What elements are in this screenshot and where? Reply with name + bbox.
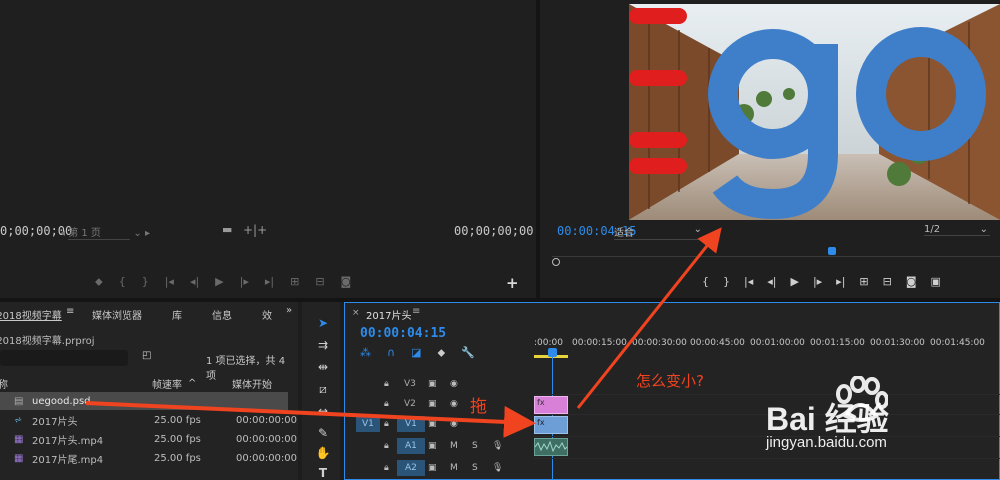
watermark-url: jingyan.baidu.com: [766, 434, 887, 451]
baidu-watermark: Bai 经验 jingyan.baidu.com: [766, 376, 946, 456]
annotation-question: 怎么变小?: [636, 372, 704, 390]
annotation-drag: 拖: [470, 397, 487, 417]
